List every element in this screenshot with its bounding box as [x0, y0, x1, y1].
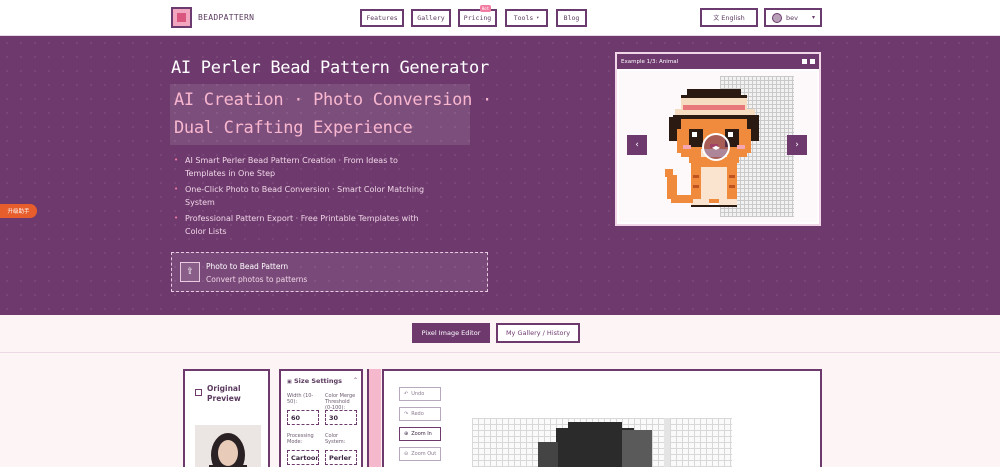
username: bev — [786, 13, 798, 22]
zoom-out-button[interactable]: ⊖ Zoom Out — [399, 447, 441, 461]
hot-badge: Hot — [479, 5, 491, 12]
redo-button[interactable]: ↷ Redo — [399, 407, 441, 421]
globe-icon: 文 — [713, 15, 720, 22]
feature-bullet: Professional Pattern Export · Free Print… — [174, 212, 444, 238]
assistant-button[interactable]: 升级助手 — [0, 204, 37, 218]
nav-pricing[interactable]: Pricing Hot — [458, 5, 497, 27]
nav-features[interactable]: Features — [360, 9, 404, 27]
carousel-prev-button[interactable]: ‹ — [627, 135, 647, 155]
undo-button[interactable]: ↶ Undo — [399, 387, 441, 401]
processing-mode-select[interactable]: Cartoon — [287, 450, 319, 465]
zoom-out-icon: ⊖ — [404, 451, 409, 457]
size-settings-panel: ▣ Size Settings ⌃ Width (10-50): 60 Colo… — [279, 369, 363, 467]
zoom-in-label: Zoom In — [411, 431, 432, 437]
processing-mode-label: Processing Mode: — [287, 433, 314, 445]
carousel-dot[interactable] — [802, 59, 807, 64]
zoom-in-icon: ⊕ — [404, 431, 409, 437]
top-header: BEADPATTERN Features Gallery Pricing Hot… — [0, 0, 1000, 36]
upload-description: Convert photos to patterns — [206, 275, 308, 284]
color-system-label: Color System: — [325, 433, 346, 445]
undo-label: Undo — [411, 391, 425, 397]
avatar — [772, 12, 782, 23]
upload-icon: ⇪ — [180, 262, 200, 282]
bead-pattern-preview — [538, 418, 670, 467]
bead-canvas[interactable] — [472, 418, 732, 467]
chevron-down-icon: ▾ — [811, 14, 815, 21]
feature-bullet: One-Click Photo to Bead Conversion · Sma… — [174, 183, 444, 209]
settings-icon: ▣ — [287, 379, 292, 385]
logo-icon[interactable] — [171, 7, 192, 28]
undo-icon: ↶ — [404, 391, 409, 397]
brand-name[interactable]: BEADPATTERN — [198, 13, 254, 22]
original-preview-title: Original Preview — [207, 384, 241, 403]
photo-upload-dropzone[interactable]: ⇪ Photo to Bead Pattern Convert photos t… — [171, 252, 488, 292]
hero-title: AI Perler Bead Pattern Generator — [171, 58, 489, 78]
chevron-up-icon[interactable]: ⌃ — [353, 377, 358, 384]
bullet-text: Professional Pattern Export · Free Print… — [185, 214, 419, 223]
bullet-text: One-Click Photo to Bead Conversion · Sma… — [185, 185, 425, 194]
bullet-text: Templates in One Step — [185, 169, 276, 178]
feature-bullet: AI Smart Perler Bead Pattern Creation · … — [174, 154, 444, 180]
hero-subtitle-line1: AI Creation · Photo Conversion · — [174, 90, 492, 110]
example-caption-bar: Example 1/3: Animal — [617, 54, 819, 69]
width-input[interactable]: 60 — [287, 410, 319, 425]
example-caption: Example 1/3: Animal — [621, 58, 679, 65]
bullet-text: Color Lists — [185, 227, 227, 236]
zoom-out-label: Zoom Out — [411, 451, 437, 457]
merge-threshold-label: Color Merge Threshold (0-100): — [325, 393, 356, 411]
pattern-canvas-panel — [382, 369, 822, 467]
section-divider — [0, 352, 1000, 353]
zoom-in-button[interactable]: ⊕ Zoom In — [399, 427, 441, 441]
color-system-select[interactable]: Perler — [325, 450, 357, 465]
merge-threshold-input[interactable]: 30 — [325, 410, 357, 425]
panel-resize-strip[interactable] — [367, 369, 381, 467]
uploaded-photo — [195, 425, 261, 467]
bullet-text: System — [185, 198, 215, 207]
language-label: English — [721, 13, 745, 22]
width-label: Width (10-50): — [287, 393, 314, 405]
redo-icon: ↷ — [404, 411, 409, 417]
portrait-image — [195, 425, 261, 467]
size-settings-title: Size Settings — [294, 377, 343, 385]
original-preview-panel: Original Preview — [183, 369, 270, 467]
compare-slider-handle[interactable]: ◂▸ — [702, 133, 730, 161]
language-selector[interactable]: 文 English — [700, 8, 758, 27]
nav-blog[interactable]: Blog — [556, 9, 587, 27]
nav-gallery[interactable]: Gallery — [411, 9, 451, 27]
upload-title: Photo to Bead Pattern — [206, 262, 289, 271]
user-menu[interactable]: bev ▾ — [764, 8, 822, 27]
size-settings-header[interactable]: ▣ Size Settings — [287, 377, 342, 385]
nav-tools-label: Tools — [513, 14, 534, 22]
tab-my-gallery-history[interactable]: My Gallery / History — [496, 323, 580, 343]
nav-tools-dropdown[interactable]: Tools ▾ — [505, 9, 548, 27]
carousel-dot[interactable] — [810, 59, 815, 64]
tab-pixel-image-editor[interactable]: Pixel Image Editor — [412, 323, 490, 343]
nav-pricing-label: Pricing — [463, 14, 492, 22]
hero-section — [0, 36, 1000, 315]
hero-subtitle-line2: Dual Crafting Experience — [174, 118, 413, 138]
chevron-down-icon: ▾ — [536, 15, 540, 21]
carousel-next-button[interactable]: › — [787, 135, 807, 155]
image-icon — [195, 389, 202, 396]
bullet-text: AI Smart Perler Bead Pattern Creation · … — [185, 156, 398, 165]
redo-label: Redo — [411, 411, 424, 417]
